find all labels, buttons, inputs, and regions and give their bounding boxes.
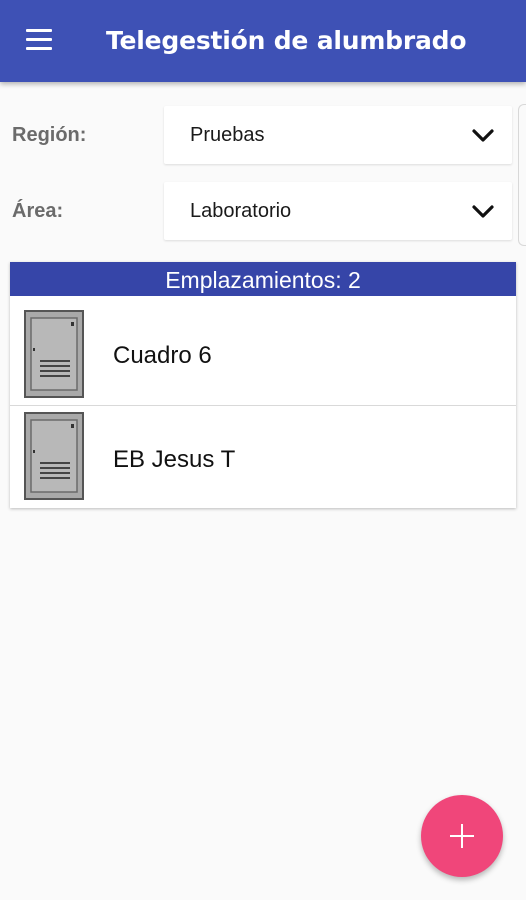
area-label: Área: [12, 200, 64, 222]
region-label: Región: [12, 124, 87, 146]
drawer-edge [518, 104, 526, 246]
area-select[interactable]: Laboratorio [164, 182, 512, 240]
plus-icon [450, 824, 474, 848]
list-item-label: EB Jesus T [113, 446, 236, 473]
chevron-down-icon [472, 129, 494, 142]
list-item[interactable]: Cuadro 6 [10, 298, 516, 400]
locations-list: Emplazamientos: 2 Cuadro 6 EB Jesus T [10, 262, 516, 508]
app-title: Telegestión de alumbrado [106, 26, 467, 55]
electrical-cabinet-icon [24, 412, 84, 500]
electrical-cabinet-icon [24, 310, 84, 398]
list-item-label: Cuadro 6 [113, 342, 212, 369]
area-select-value: Laboratorio [190, 200, 292, 222]
app-bar: Telegestión de alumbrado [0, 0, 526, 82]
region-select-value: Pruebas [190, 124, 265, 146]
add-button[interactable] [421, 795, 503, 877]
list-item[interactable]: EB Jesus T [10, 406, 516, 508]
chevron-down-icon [472, 205, 494, 218]
locations-header: Emplazamientos: 2 [10, 262, 516, 296]
region-select[interactable]: Pruebas [164, 106, 512, 164]
menu-button[interactable] [22, 26, 60, 56]
